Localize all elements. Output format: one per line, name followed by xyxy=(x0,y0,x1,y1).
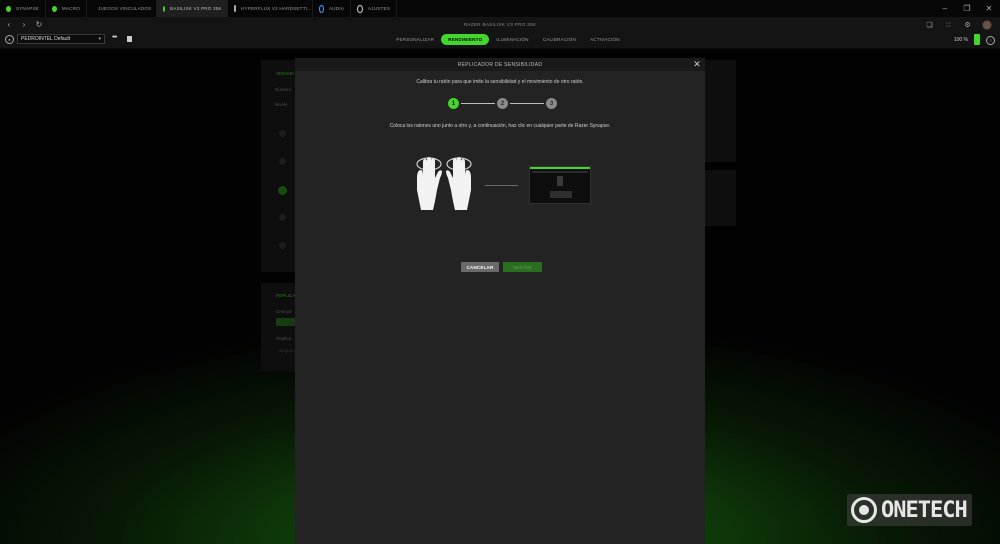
start-button[interactable]: INICIAR xyxy=(503,262,542,272)
grid-icon[interactable]: ∷ xyxy=(944,21,953,29)
tab-settings[interactable]: AJUSTES xyxy=(351,0,397,17)
mousepad-icon xyxy=(234,5,236,12)
step-3: 3 xyxy=(546,98,557,109)
avatar[interactable] xyxy=(982,19,992,30)
settings-gear-icon[interactable]: ⚙ xyxy=(963,21,972,29)
devices-icon[interactable]: ❏ xyxy=(925,21,934,29)
step-1: 1 xyxy=(448,98,459,109)
thumbnail-row xyxy=(532,171,588,173)
sensitivity-replicator-modal: REPLICADOR DE SENSIBILIDAD ✕ Calibra tu … xyxy=(295,58,705,544)
minimize-icon[interactable]: – xyxy=(934,0,956,17)
battery-percent: 100 % xyxy=(953,36,968,43)
battery-icon xyxy=(974,34,980,45)
step-indicator: 1 2 3 xyxy=(448,98,558,110)
battery-indicator: 100 % xyxy=(954,34,980,45)
thumbnail-box xyxy=(550,191,572,198)
modal-title: REPLICADOR DE SENSIBILIDAD xyxy=(457,61,543,68)
onetech-logo-icon xyxy=(851,497,877,523)
tab-basilisk[interactable]: BASILISK V3 PRO 35K xyxy=(157,0,228,17)
tab-label: HYPERFLUX V2 HARDSETTI... xyxy=(241,6,312,11)
tab-label: BASILISK V3 PRO 35K xyxy=(170,6,222,11)
tab-hyperflux[interactable]: HYPERFLUX V2 HARDSETTI... xyxy=(228,0,313,17)
close-icon[interactable]: ✕ xyxy=(692,58,702,71)
menu-rendimiento[interactable]: RENDIMIENTO xyxy=(441,34,490,45)
tab-label: JUEGOS VINCULADOS xyxy=(98,6,152,11)
cancel-button[interactable]: CANCELAR xyxy=(461,262,499,272)
connector-line xyxy=(485,185,518,186)
close-window-icon[interactable]: ✕ xyxy=(978,0,1000,17)
synapse-icon xyxy=(6,5,11,12)
thumbnail-accent xyxy=(530,167,590,169)
gear-icon xyxy=(357,4,363,13)
menu-calibracion[interactable]: CALIBRACIÓN xyxy=(536,34,583,45)
tab-label: SYNAPSE xyxy=(15,6,39,11)
step-connector xyxy=(461,103,495,104)
tab-label: MACRO xyxy=(61,6,80,11)
tab-label: AUDIA xyxy=(328,6,344,11)
menu-iluminacion[interactable]: ILUMINACIÓN xyxy=(489,34,535,45)
device-menu: PERSONALIZAR RENDIMIENTO ILUMINACIÓN CAL… xyxy=(0,34,1000,45)
step-connector xyxy=(510,103,544,104)
hands-on-mice-icon xyxy=(416,157,472,210)
tab-audia[interactable]: AUDIA xyxy=(313,0,351,17)
macro-icon xyxy=(52,5,57,12)
window-controls: – ❐ ✕ xyxy=(934,0,1000,17)
mouse-icon xyxy=(163,5,165,12)
tab-synapse[interactable]: SYNAPSE xyxy=(0,0,46,17)
device-title: RAZER BASILISK V3 PRO 35K xyxy=(463,22,537,27)
audio-icon xyxy=(319,4,324,13)
menu-activacion[interactable]: ACTIVACIÓN xyxy=(583,34,627,45)
synapse-window-thumbnail xyxy=(529,166,591,204)
thumbnail-mouse xyxy=(557,176,563,186)
help-icon[interactable]: ? xyxy=(986,36,995,45)
tab-linked-games[interactable]: JUEGOS VINCULADOS xyxy=(87,0,157,17)
onetech-watermark: ONETECH xyxy=(847,494,972,526)
tab-macro[interactable]: MACRO xyxy=(46,0,87,17)
step-2: 2 xyxy=(497,98,508,109)
maximize-icon[interactable]: ❐ xyxy=(956,0,978,17)
menu-personalizar[interactable]: PERSONALIZAR xyxy=(389,34,441,45)
tab-label: AJUSTES xyxy=(367,6,390,11)
app-tab-bar: SYNAPSE MACRO JUEGOS VINCULADOS BASILISK… xyxy=(0,0,1000,17)
header-icons: ❏ ∷ ⚙ xyxy=(925,17,992,32)
step-instruction: Coloca los ratones uno junto a otro y, a… xyxy=(389,123,611,129)
watermark-text: ONETECH xyxy=(881,497,968,523)
modal-instruction: Calibra tu ratón para que imite la sensi… xyxy=(416,79,584,85)
